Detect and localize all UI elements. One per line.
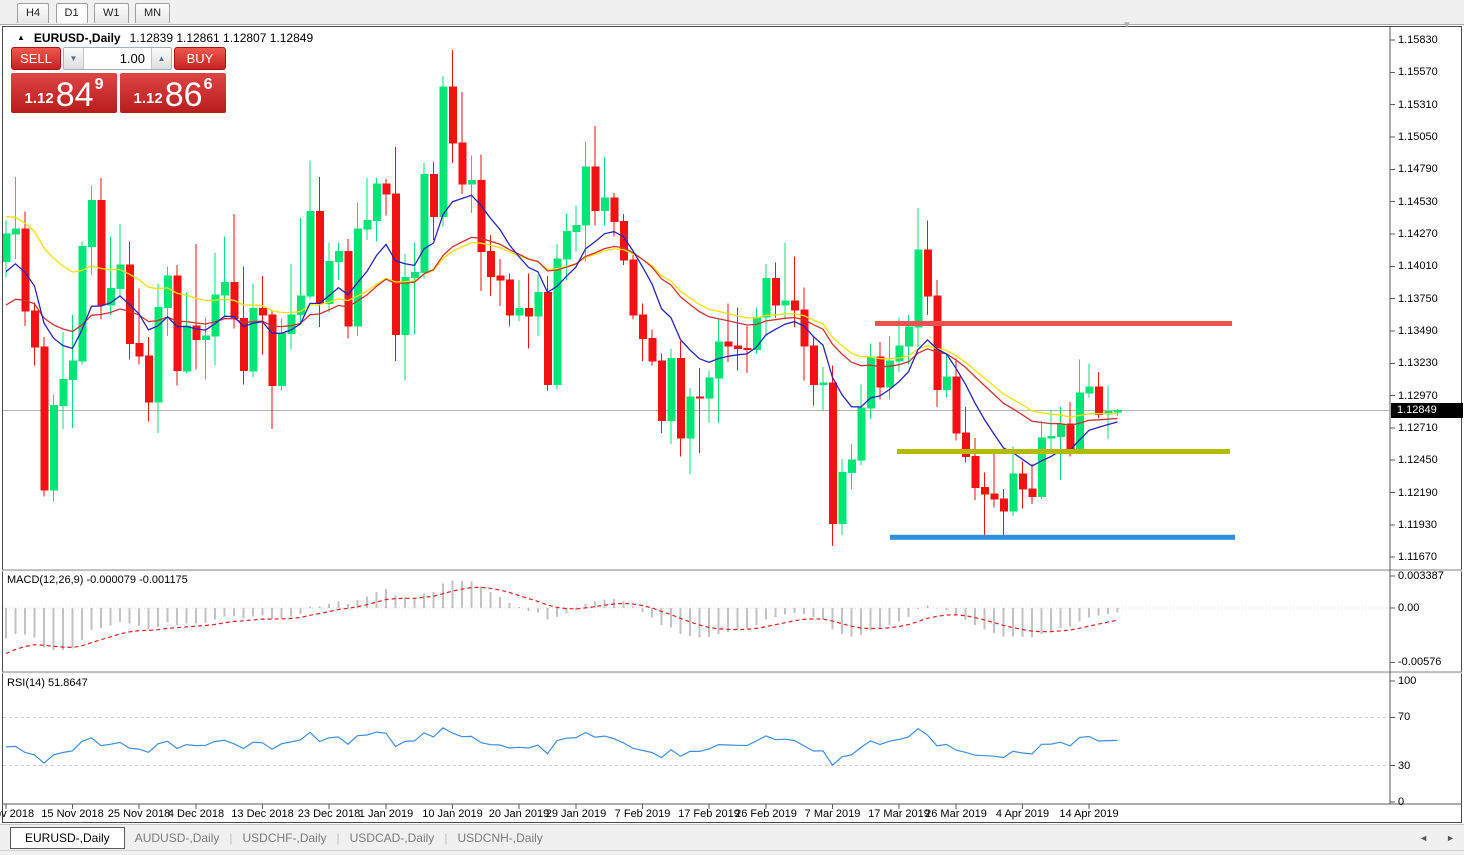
tab-scroll-right-icon[interactable]: ►	[1437, 833, 1464, 843]
chart-tab-bar: EURUSD-,Daily AUDUSD-,Daily | USDCHF-,Da…	[0, 824, 1464, 850]
volume-increase-button[interactable]: ▲	[151, 48, 171, 69]
one-click-trading-panel: SELL ▼ 1.00 ▲ BUY 1.12 84 9 1.12 86 6	[11, 47, 226, 113]
timeframe-toolbar: H4 D1 W1 MN	[0, 0, 1464, 25]
chart-title: ▲ EURUSD-,Daily 1.12839 1.12861 1.12807 …	[17, 31, 313, 45]
timeframe-tab-mn[interactable]: MN	[135, 3, 170, 23]
rsi-indicator-label: RSI(14) 51.8647	[7, 677, 88, 689]
chart-tab-usdcnh[interactable]: USDCNH-,Daily	[447, 828, 552, 848]
timeframe-tab-d1[interactable]: D1	[56, 3, 88, 23]
chart-tab-eurusd[interactable]: EURUSD-,Daily	[10, 827, 125, 849]
sell-price-big: 84	[56, 80, 94, 111]
chart-shift-marker-icon[interactable]: ▼	[1122, 20, 1132, 31]
tab-scroll-left-icon[interactable]: ◄	[1410, 833, 1437, 843]
bid-price-tag: 1.12849	[1391, 403, 1463, 418]
mt4-chart-window: H4 D1 W1 MN 1.158301.155701.153101.15050…	[0, 0, 1464, 855]
collapse-triangle-icon[interactable]: ▲	[17, 33, 25, 42]
sell-price-prefix: 1.12	[25, 91, 54, 111]
volume-decrease-button[interactable]: ▼	[64, 48, 84, 69]
status-strip	[0, 850, 1464, 855]
sell-button[interactable]: SELL	[11, 47, 61, 70]
volume-stepper: ▼ 1.00 ▲	[63, 47, 172, 70]
chart-ohlc-values: 1.12839 1.12861 1.12807 1.12849	[130, 31, 314, 45]
macd-indicator-label: MACD(12,26,9) -0.000079 -0.001175	[7, 574, 188, 586]
buy-price-pip: 6	[204, 76, 213, 94]
buy-price-big: 86	[165, 80, 203, 111]
chart-frame	[2, 26, 1462, 823]
chart-tab-audusd[interactable]: AUDUSD-,Daily	[125, 828, 230, 848]
volume-input[interactable]: 1.00	[84, 48, 151, 69]
chart-symbol-label: EURUSD-,Daily	[34, 31, 121, 45]
chart-tab-usdcad[interactable]: USDCAD-,Daily	[340, 828, 445, 848]
buy-button[interactable]: BUY	[174, 47, 226, 70]
buy-price-tile[interactable]: 1.12 86 6	[120, 73, 226, 113]
sell-price-tile[interactable]: 1.12 84 9	[11, 73, 117, 113]
buy-price-prefix: 1.12	[134, 91, 163, 111]
timeframe-tab-h4[interactable]: H4	[17, 3, 49, 23]
chart-tab-usdchf[interactable]: USDCHF-,Daily	[233, 828, 337, 848]
sell-price-pip: 9	[95, 76, 104, 94]
timeframe-tab-w1[interactable]: W1	[94, 3, 129, 23]
